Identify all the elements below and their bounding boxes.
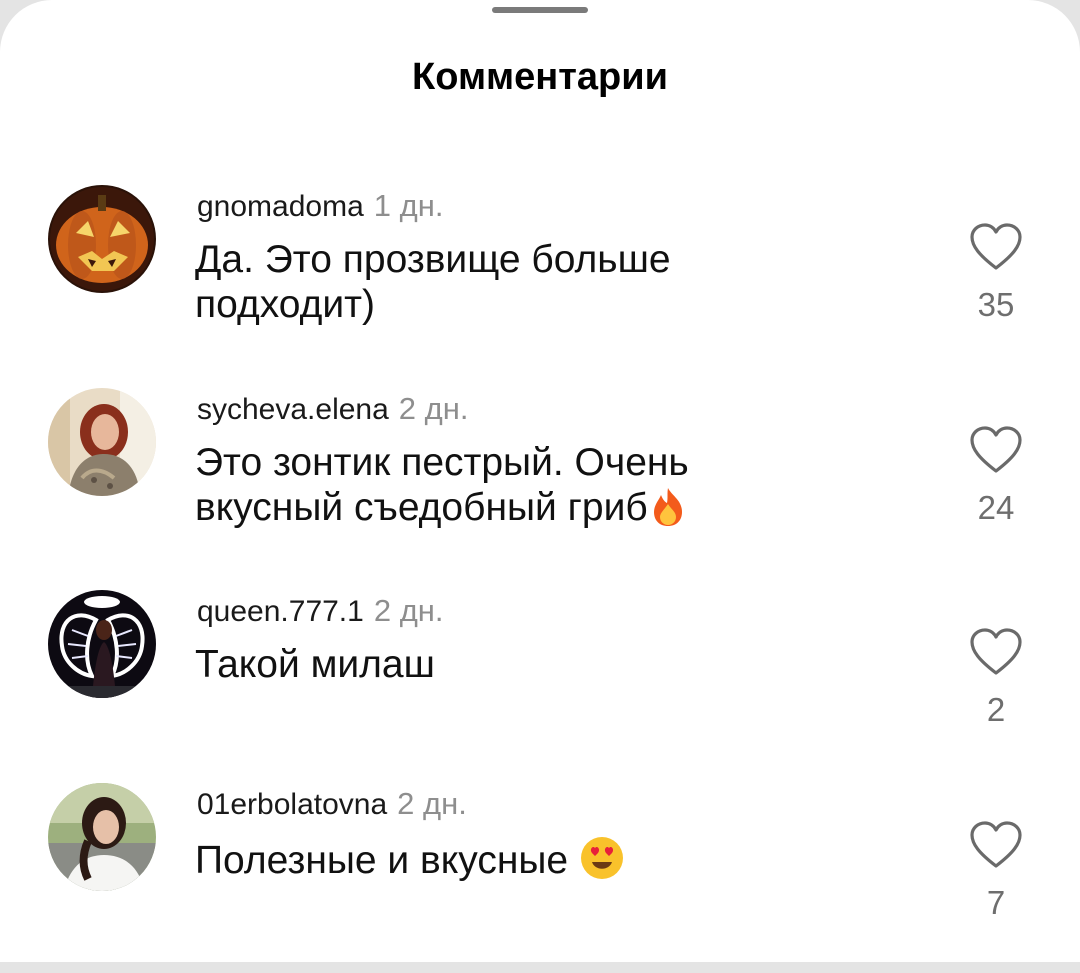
comment-meta: 01erbolatovna 2 дн. bbox=[197, 784, 467, 824]
avatar[interactable] bbox=[48, 185, 156, 293]
like-button[interactable] bbox=[969, 222, 1023, 272]
comment-time: 2 дн. bbox=[373, 593, 444, 628]
comment-text-content: Да. Это прозвище больше подходит) bbox=[195, 238, 671, 326]
comment-time: 1 дн. bbox=[373, 188, 444, 223]
comment-text: Полезные и вкусные bbox=[195, 835, 755, 891]
comment-meta: queen.777.1 2 дн. bbox=[197, 591, 444, 631]
like-count: 7 bbox=[986, 884, 1006, 921]
comment-item: gnomadoma 1 дн. Да. Это прозвище больше п… bbox=[0, 185, 1080, 375]
heart-outline-icon bbox=[970, 223, 1022, 270]
avatar[interactable] bbox=[48, 388, 156, 496]
angel-wings-avatar-image bbox=[48, 590, 156, 698]
username-link[interactable]: gnomadoma bbox=[197, 190, 364, 223]
like-button[interactable] bbox=[969, 425, 1023, 475]
username-link[interactable]: queen.777.1 bbox=[197, 595, 364, 628]
like-button[interactable] bbox=[969, 820, 1023, 870]
woman-avatar-image bbox=[48, 388, 156, 496]
comment-item: 01erbolatovna 2 дн. Полезные и вкусные 7 bbox=[0, 783, 1080, 973]
comments-sheet: Комментарии gnomadoma 1 дн. Да. Это прозв… bbox=[0, 0, 1080, 962]
comment-meta: gnomadoma 1 дн. bbox=[197, 186, 443, 226]
comment-meta: sycheva.elena 2 дн. bbox=[197, 389, 468, 429]
heart-outline-icon bbox=[970, 821, 1022, 868]
like-button[interactable] bbox=[969, 627, 1023, 677]
heart-outline-icon bbox=[970, 426, 1022, 473]
comment-text-content: Полезные и вкусные bbox=[195, 839, 569, 882]
comment-text-content: Такой милаш bbox=[195, 643, 435, 686]
heart-eyes-icon bbox=[579, 835, 625, 891]
comment-item: sycheva.elena 2 дн. Это зонтик пестрый. О… bbox=[0, 388, 1080, 578]
heart-outline-icon bbox=[970, 628, 1022, 675]
comment-text: Такой милаш bbox=[195, 642, 755, 687]
comment-item: queen.777.1 2 дн. Такой милаш 2 bbox=[0, 590, 1080, 780]
comment-time: 2 дн. bbox=[398, 391, 469, 426]
like-count: 35 bbox=[977, 286, 1015, 323]
pumpkin-avatar-image bbox=[48, 185, 156, 293]
sheet-title: Комментарии bbox=[412, 56, 668, 98]
avatar[interactable] bbox=[48, 783, 156, 891]
fire-icon bbox=[648, 486, 688, 538]
avatar[interactable] bbox=[48, 590, 156, 698]
like-count: 24 bbox=[977, 489, 1015, 526]
comment-time: 2 дн. bbox=[397, 786, 467, 821]
drag-handle[interactable] bbox=[492, 7, 588, 13]
girl-avatar-image bbox=[48, 783, 156, 891]
comment-text: Да. Это прозвище больше подходит) bbox=[195, 237, 755, 327]
comment-text-content: Это зонтик пестрый. Очень вкусный съедоб… bbox=[195, 441, 689, 529]
username-link[interactable]: 01erbolatovna bbox=[197, 788, 387, 821]
comment-text: Это зонтик пестрый. Очень вкусный съедоб… bbox=[195, 440, 755, 538]
username-link[interactable]: sycheva.elena bbox=[197, 393, 389, 426]
like-count: 2 bbox=[986, 691, 1006, 728]
